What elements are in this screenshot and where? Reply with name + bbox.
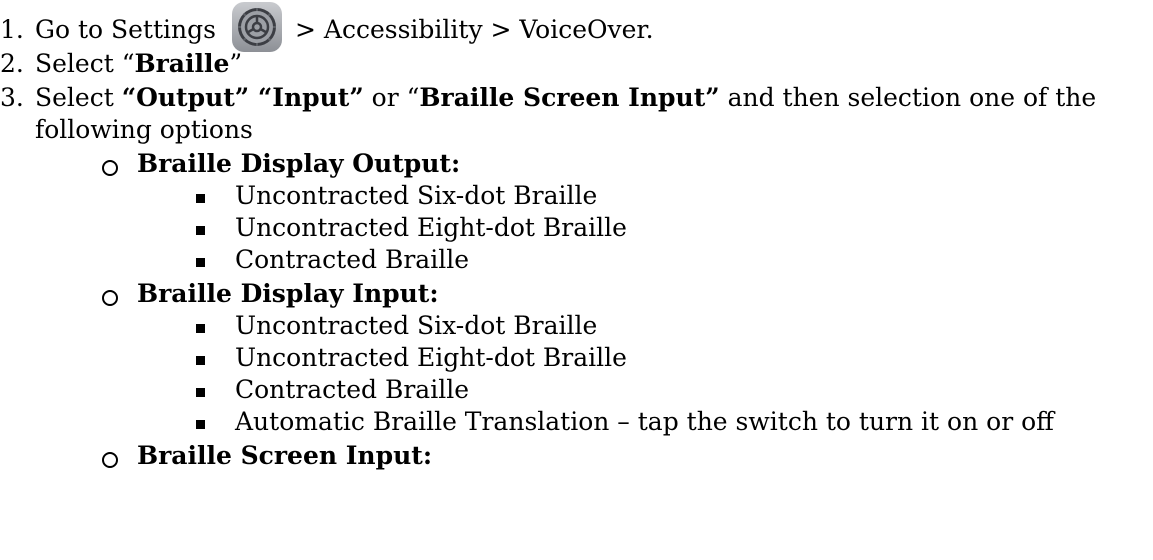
list-item: Automatic Braille Translation – tap the … xyxy=(235,407,1054,436)
circle-bullet-icon xyxy=(102,160,118,176)
step-number: 1. xyxy=(0,15,24,44)
circle-bullet-icon xyxy=(102,452,118,468)
square-bullet-icon xyxy=(196,388,205,397)
step-3-continuation: following options xyxy=(35,115,253,144)
section-title: Braille Display Input: xyxy=(137,279,439,308)
settings-gear-icon xyxy=(232,2,282,52)
square-bullet-icon xyxy=(196,258,205,267)
list-item: Uncontracted Six-dot Braille xyxy=(235,181,598,210)
section-title: Braille Screen Input: xyxy=(137,441,433,470)
square-bullet-icon xyxy=(196,324,205,333)
square-bullet-icon xyxy=(196,226,205,235)
step-text: Go to Settings xyxy=(35,15,216,44)
step-text: Select “Braille” xyxy=(35,49,243,78)
step-text: Select “Output” “Input” or “Braille Scre… xyxy=(35,83,1097,112)
circle-bullet-icon xyxy=(102,290,118,306)
step-number: 2. xyxy=(0,49,24,78)
step-number: 3. xyxy=(0,83,24,112)
square-bullet-icon xyxy=(196,194,205,203)
list-item: Uncontracted Eight-dot Braille xyxy=(235,343,627,372)
section-title: Braille Display Output: xyxy=(137,149,461,178)
list-item: Uncontracted Six-dot Braille xyxy=(235,311,598,340)
list-item: Contracted Braille xyxy=(235,245,469,274)
square-bullet-icon xyxy=(196,356,205,365)
list-item: Uncontracted Eight-dot Braille xyxy=(235,213,627,242)
document-page: 1. Go to Settings > Accessibility > Voic… xyxy=(0,0,1153,560)
list-item: Contracted Braille xyxy=(235,375,469,404)
square-bullet-icon xyxy=(196,420,205,429)
step-text: > Accessibility > VoiceOver. xyxy=(295,15,654,44)
